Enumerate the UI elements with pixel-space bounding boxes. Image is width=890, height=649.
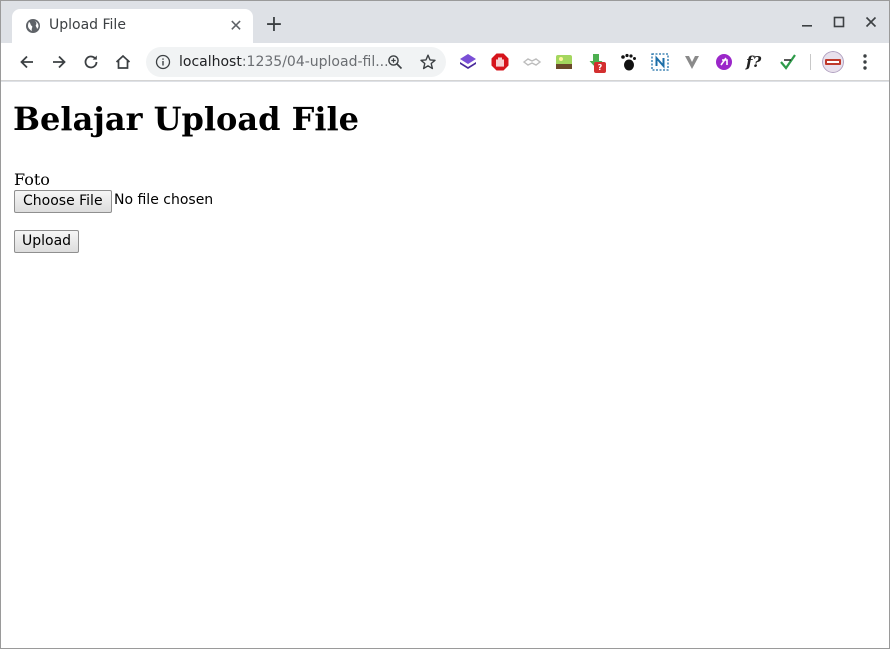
home-icon[interactable]	[113, 52, 133, 72]
minimize-icon[interactable]	[798, 13, 816, 31]
gnome-foot-extension-icon[interactable]	[618, 52, 638, 72]
info-icon[interactable]	[155, 54, 171, 70]
avatar-image-icon	[822, 51, 844, 73]
active-tab[interactable]: Upload File ✕	[12, 9, 253, 43]
new-tab-icon[interactable]: +	[263, 14, 285, 37]
reload-icon[interactable]	[81, 52, 101, 72]
file-status-text: No file chosen	[114, 192, 214, 208]
tab-close-icon[interactable]: ✕	[228, 18, 244, 34]
extension-badge: ?	[594, 62, 606, 73]
green-download-extension-icon[interactable]: ?	[586, 52, 606, 73]
n-box-extension-icon[interactable]	[650, 52, 670, 72]
url-text[interactable]: localhost:1235/04-upload-fil...	[179, 54, 389, 70]
purple-circle-extension-icon[interactable]	[714, 52, 734, 72]
profile-avatar[interactable]	[822, 51, 844, 73]
address-bar[interactable]: localhost:1235/04-upload-fil...	[146, 47, 446, 77]
url-host: localhost	[179, 54, 242, 70]
browser-window: Upload File ✕ + localhost:1235/04-upload…	[0, 0, 890, 649]
purple-layers-extension-icon[interactable]	[458, 52, 478, 72]
green-check-extension-icon[interactable]	[778, 52, 798, 72]
window-close-icon[interactable]	[862, 13, 880, 31]
red-stop-hand-extension-icon[interactable]	[490, 52, 510, 72]
choose-file-button[interactable]: Choose File	[14, 190, 112, 213]
maximize-icon[interactable]	[830, 13, 848, 31]
page-content: Belajar Upload File Foto Choose File No …	[1, 82, 889, 648]
f-question-extension-icon[interactable]: f?	[746, 52, 766, 72]
kebab-menu-icon[interactable]	[857, 52, 873, 72]
bookmark-star-icon[interactable]	[419, 53, 437, 71]
grey-v-extension-icon[interactable]	[682, 52, 702, 72]
back-arrow-icon[interactable]	[17, 52, 37, 72]
toolbar-separator	[810, 54, 811, 70]
green-landscape-extension-icon[interactable]	[554, 52, 574, 72]
tab-title: Upload File	[49, 17, 126, 33]
tab-strip: Upload File ✕ +	[1, 1, 889, 43]
url-path: :1235/04-upload-fil...	[241, 54, 389, 70]
foto-label: Foto	[14, 170, 50, 189]
forward-arrow-icon[interactable]	[49, 52, 69, 72]
browser-toolbar: localhost:1235/04-upload-fil... ? f?	[1, 43, 889, 81]
upload-button[interactable]: Upload	[14, 230, 80, 253]
page-heading: Belajar Upload File	[13, 100, 360, 138]
grey-handshake-extension-icon[interactable]	[522, 52, 542, 72]
zoom-icon[interactable]	[387, 54, 403, 70]
globe-icon	[26, 19, 40, 33]
